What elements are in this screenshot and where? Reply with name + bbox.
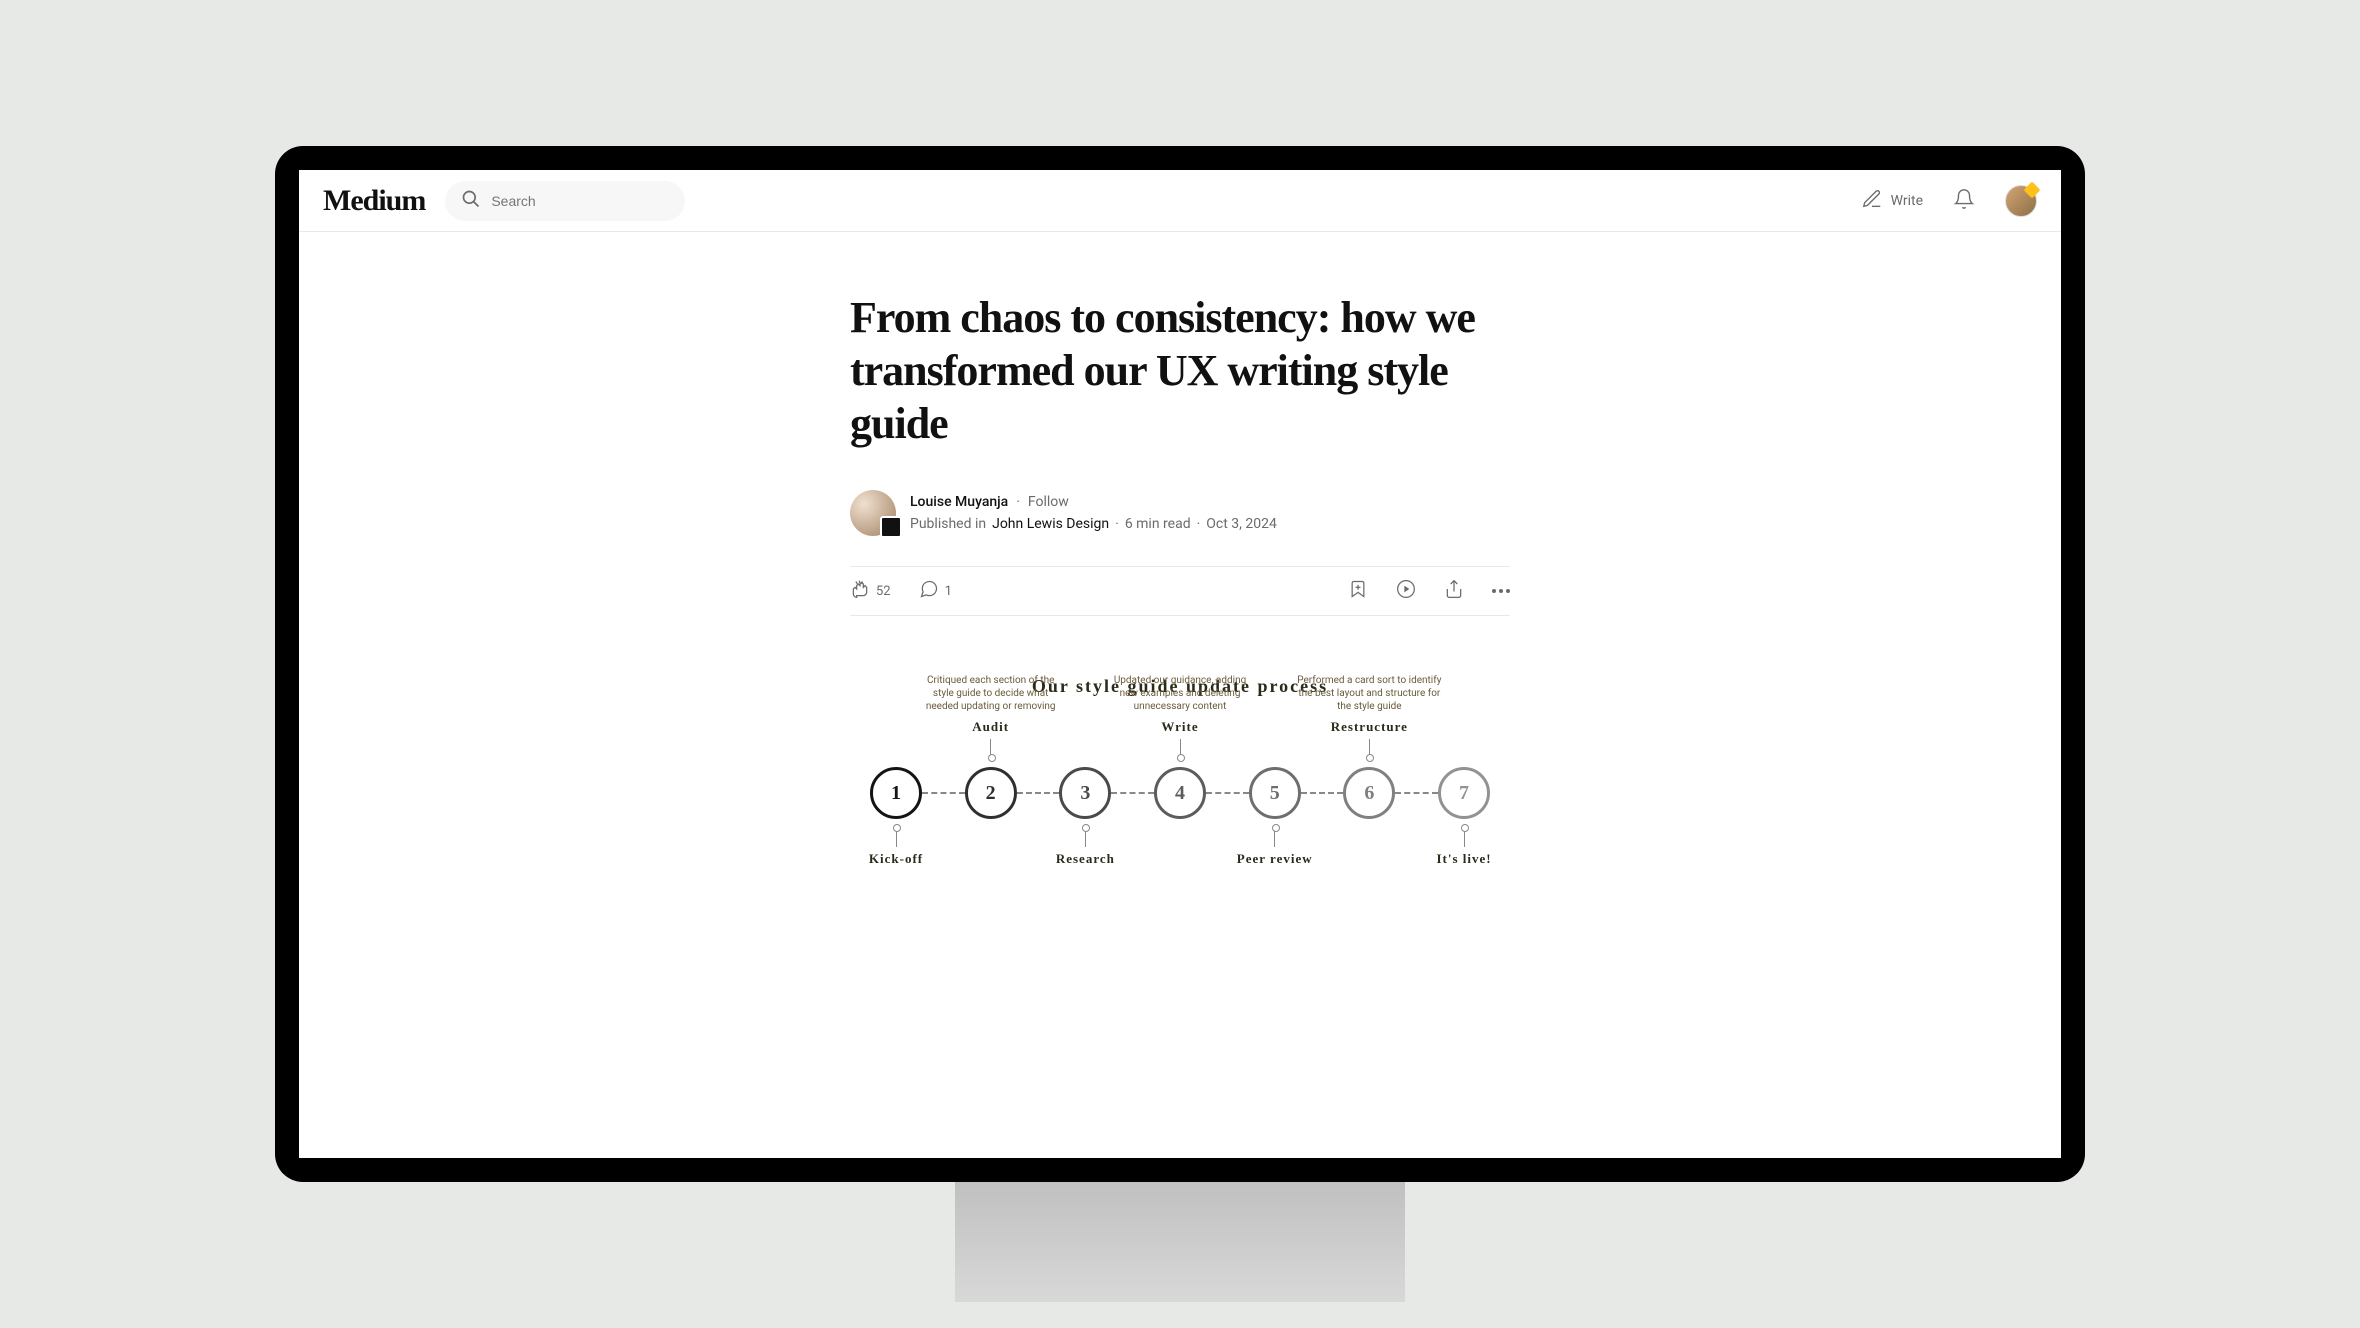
- annotation-kick-off: Kick-off: [821, 827, 971, 868]
- write-button[interactable]: Write: [1861, 188, 1923, 214]
- comment-icon: [919, 579, 939, 603]
- monitor-stand: [955, 1182, 1405, 1302]
- monitor-frame: Medium Write: [275, 146, 2085, 1182]
- separator: ·: [1197, 513, 1201, 535]
- clap-count: 52: [876, 584, 891, 599]
- process-diagram: Our style guide update process 1Kick-off…: [850, 676, 1510, 819]
- annotation-audit: Critiqued each section of the style guid…: [916, 674, 1066, 760]
- author-name[interactable]: Louise Muyanja: [910, 491, 1008, 513]
- brand-logo[interactable]: Medium: [323, 184, 425, 218]
- respond-button[interactable]: 1: [919, 579, 952, 603]
- annotation-it-s-live-: It's live!: [1389, 827, 1539, 868]
- article-title: From chaos to consistency: how we transf…: [850, 292, 1510, 450]
- user-avatar[interactable]: [2005, 185, 2037, 217]
- action-bar: 52 1: [850, 566, 1510, 616]
- annotation-peer-review: Peer review: [1200, 827, 1350, 868]
- author-avatar[interactable]: [850, 490, 896, 536]
- bell-icon: [1953, 195, 1975, 214]
- clap-icon: [850, 579, 870, 603]
- screen: Medium Write: [299, 170, 2061, 1158]
- write-label: Write: [1891, 193, 1923, 209]
- header-actions: Write: [1861, 185, 2037, 217]
- more-button[interactable]: [1492, 589, 1510, 593]
- connector: [1206, 792, 1249, 794]
- connector: [1017, 792, 1060, 794]
- separator: ·: [1016, 491, 1020, 513]
- publication-link[interactable]: John Lewis Design: [992, 513, 1109, 535]
- byline: Louise Muyanja · Follow Published in Joh…: [850, 490, 1510, 536]
- search-field[interactable]: [445, 181, 685, 221]
- byline-text: Louise Muyanja · Follow Published in Joh…: [910, 491, 1277, 536]
- article-container: From chaos to consistency: how we transf…: [830, 292, 1530, 819]
- step-circle-5: 5: [1249, 767, 1301, 819]
- steps-row: 1Kick-off2Critiqued each section of the …: [850, 767, 1510, 819]
- listen-button[interactable]: [1396, 579, 1416, 603]
- step-circle-4: 4: [1154, 767, 1206, 819]
- header-bar: Medium Write: [299, 170, 2061, 232]
- step-circle-3: 3: [1059, 767, 1111, 819]
- annotation-write: Updated our guidance, adding new example…: [1105, 674, 1255, 760]
- search-input[interactable]: [491, 193, 669, 209]
- follow-link[interactable]: Follow: [1028, 491, 1069, 513]
- search-icon: [461, 189, 481, 213]
- step-circle-2: 2: [965, 767, 1017, 819]
- response-count: 1: [945, 584, 952, 599]
- step-circle-1: 1: [870, 767, 922, 819]
- annotation-restructure: Performed a card sort to identify the be…: [1294, 674, 1444, 760]
- connector: [1395, 792, 1438, 794]
- publish-date: Oct 3, 2024: [1206, 513, 1277, 535]
- write-icon: [1861, 188, 1883, 214]
- connector: [922, 792, 965, 794]
- published-prefix: Published in: [910, 513, 986, 535]
- step-circle-6: 6: [1343, 767, 1395, 819]
- connector: [1301, 792, 1344, 794]
- share-button[interactable]: [1444, 579, 1464, 603]
- annotation-research: Research: [1010, 827, 1160, 868]
- notifications-button[interactable]: [1953, 188, 1975, 214]
- connector: [1111, 792, 1154, 794]
- separator: ·: [1115, 513, 1119, 535]
- read-time: 6 min read: [1125, 513, 1191, 535]
- step-circle-7: 7: [1438, 767, 1490, 819]
- bookmark-button[interactable]: [1348, 579, 1368, 603]
- clap-button[interactable]: 52: [850, 579, 891, 603]
